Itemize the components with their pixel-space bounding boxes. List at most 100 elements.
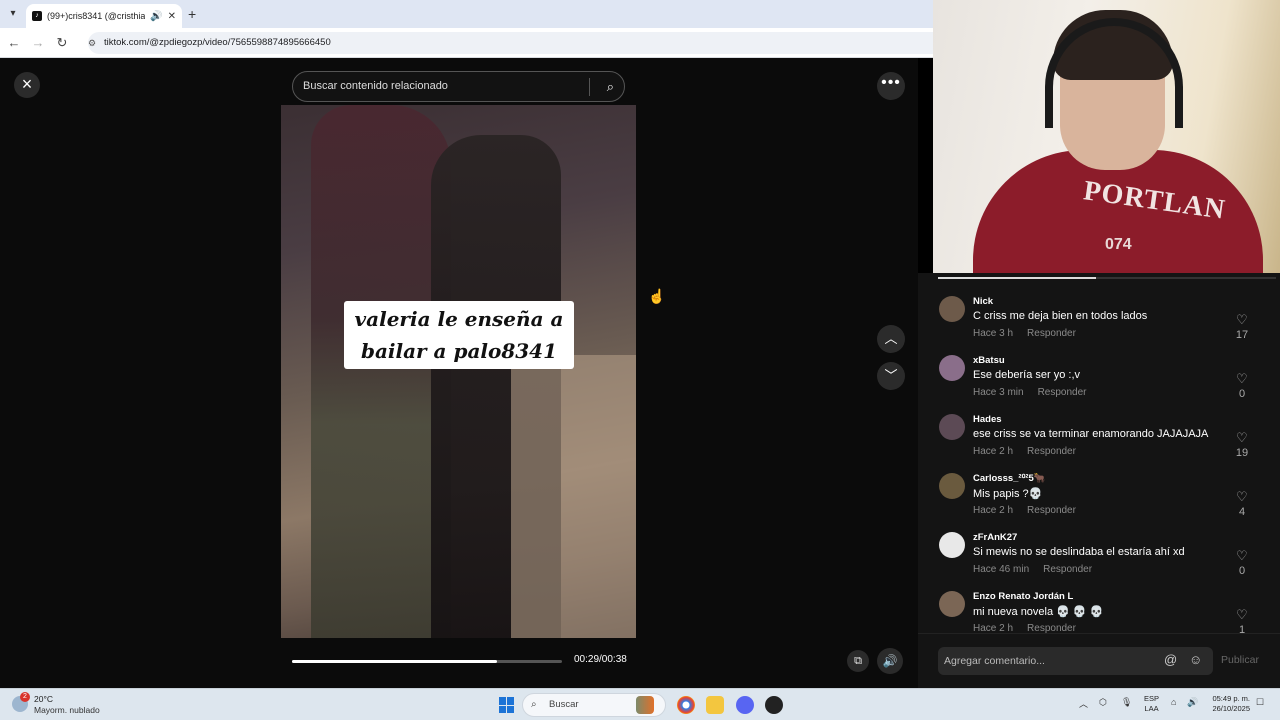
comment-meta: Hace 3 min Responder [973, 387, 1087, 398]
clock-time: 05:49 p. m. [1212, 694, 1250, 703]
sweatshirt-number: 074 [1105, 236, 1132, 253]
clock[interactable]: 05:49 p. m. 26/10/2025 [1206, 694, 1250, 714]
tray-chevron-icon[interactable]: ︿ [1079, 697, 1088, 710]
comment-meta: Hace 46 min Responder [973, 564, 1092, 575]
comment-username[interactable]: xBatsu [973, 355, 1005, 366]
video-progress-bar[interactable] [292, 660, 562, 663]
comment-item: xBatsu Ese debería ser yo :,v Hace 3 min Re… [918, 352, 1280, 411]
comment-time: Hace 3 h [973, 328, 1014, 339]
address-bar: ← → ↻ ⚙ tiktok.com/@zpdiegozp/video/7565… [0, 28, 933, 58]
notification-icon[interactable]: ☐ [1256, 697, 1264, 708]
comment-text: Mis papis ?💀 [973, 488, 1043, 500]
volume-icon[interactable]: 🔊 [877, 648, 903, 674]
comment-username[interactable]: zFrAnK27 [973, 532, 1017, 543]
comment-time: Hace 2 h [973, 505, 1014, 516]
comment-item: Carlosss_²⁰²5🐂 Mis papis ?💀 Hace 2 h Respon… [918, 470, 1280, 529]
emoji-icon[interactable]: ☺ [1189, 652, 1202, 667]
comment-item: Nick C criss me deja bien en todos lados H… [918, 293, 1280, 352]
comment-username[interactable]: Enzo Renato Jordán L [973, 591, 1073, 602]
site-info-icon[interactable]: ⚙ [88, 32, 96, 54]
reload-button[interactable]: ↻ [54, 35, 70, 51]
next-video-button[interactable]: ﹀ [877, 362, 905, 390]
related-search-input[interactable]: Buscar contenido relacionado ⌕ [292, 71, 625, 102]
app-icon[interactable] [765, 696, 783, 714]
forward-button[interactable]: → [30, 35, 46, 50]
reply-button[interactable]: Responder [1027, 505, 1076, 516]
comment-composer: @ ☺ Publicar [918, 633, 1280, 688]
comment-meta: Hace 2 h Responder [973, 446, 1076, 457]
avatar[interactable] [939, 355, 965, 381]
screen: ▾ ♪ (99+)cris8341 (@cristhian8 🔊 ✕ + ← →… [0, 0, 1280, 720]
comments-panel: Nick C criss me deja bien en todos lados H… [918, 273, 1280, 688]
sound-icon[interactable]: 🔊 [1187, 697, 1198, 708]
comment-username[interactable]: Hades [973, 414, 1002, 425]
new-tab-button[interactable]: + [188, 6, 196, 22]
comment-time: Hace 2 h [973, 446, 1014, 457]
comment-username[interactable]: Carlosss_²⁰²5🐂 [973, 473, 1046, 484]
weather-desc: Mayorm. nublado [34, 705, 100, 715]
lang-layout: LAA [1144, 704, 1159, 713]
lang-code: ESP [1144, 694, 1160, 703]
microphone-icon[interactable]: 🎙 [1121, 697, 1132, 708]
video-frame[interactable]: valeria le enseña a bailar a palo8341 [281, 105, 636, 638]
heart-icon[interactable]: ♡ [1236, 371, 1248, 387]
tab-title: (99+)cris8341 (@cristhian8 [47, 11, 146, 21]
speaker-icon[interactable]: 🔊 [150, 11, 162, 22]
search-placeholder: Buscar contenido relacionado [303, 80, 448, 92]
browser-tab[interactable]: ♪ (99+)cris8341 (@cristhian8 🔊 ✕ [26, 4, 182, 28]
avatar[interactable] [939, 532, 965, 558]
comment-text: C criss me deja bien en todos lados [973, 310, 1148, 322]
network-icon[interactable]: ⌂ [1171, 697, 1176, 707]
search-icon[interactable]: ⌕ [607, 72, 614, 101]
close-video-button[interactable]: × [14, 72, 40, 98]
tray-app-icon[interactable]: ⬡ [1099, 697, 1107, 708]
url-text: tiktok.com/@zpdiegozp/video/756559887489… [104, 37, 331, 48]
file-explorer-icon[interactable] [706, 696, 724, 714]
avatar[interactable] [939, 296, 965, 322]
avatar[interactable] [939, 473, 965, 499]
windows-start-icon[interactable] [499, 697, 515, 713]
chrome-icon[interactable] [677, 696, 695, 714]
windows-taskbar: 2 20°C Mayorm. nublado ⌕ Buscar ︿ ⬡ 🎙 ES… [0, 688, 1280, 720]
comments-scrollbar-thumb[interactable] [938, 277, 1096, 279]
discord-icon[interactable] [736, 696, 754, 714]
video-progress-fill [292, 660, 498, 663]
weather-badge: 2 [20, 692, 30, 702]
previous-video-button[interactable]: ︿ [877, 325, 905, 353]
heart-icon[interactable]: ♡ [1236, 548, 1248, 564]
comment-like-count: 17 [1235, 329, 1249, 341]
mention-icon[interactable]: @ [1164, 652, 1177, 667]
clock-date: 26/10/2025 [1212, 704, 1250, 713]
publish-button[interactable]: Publicar [1221, 654, 1259, 666]
comment-meta: Hace 2 h Responder [973, 505, 1076, 516]
heart-icon[interactable]: ♡ [1236, 430, 1248, 446]
video-caption: valeria le enseña a bailar a palo8341 [344, 301, 574, 369]
comment-item: zFrAnK27 Si mewis no se deslindaba el est… [918, 529, 1280, 588]
tiktok-favicon-icon: ♪ [32, 11, 42, 21]
weather-temp: 20°C [34, 694, 53, 704]
heart-icon[interactable]: ♡ [1236, 489, 1248, 505]
language-indicator[interactable]: ESP LAA [1144, 694, 1159, 714]
reply-button[interactable]: Responder [1027, 446, 1076, 457]
reply-button[interactable]: Responder [1038, 387, 1087, 398]
comment-username[interactable]: Nick [973, 296, 993, 307]
avatar[interactable] [939, 414, 965, 440]
back-button[interactable]: ← [6, 35, 22, 50]
taskbar-app-icon[interactable] [636, 696, 654, 714]
reply-button[interactable]: Responder [1043, 564, 1092, 575]
video-background-wall [511, 355, 636, 638]
comment-list: Nick C criss me deja bien en todos lados H… [918, 293, 1280, 647]
browser-tabbar: ▾ ♪ (99+)cris8341 (@cristhian8 🔊 ✕ + [0, 0, 933, 28]
tab-search-dropdown[interactable]: ▾ [4, 5, 22, 23]
url-field[interactable]: ⚙ tiktok.com/@zpdiegozp/video/7565598874… [88, 32, 933, 54]
search-divider [589, 78, 590, 96]
close-tab-icon[interactable]: ✕ [168, 11, 176, 22]
more-options-button[interactable]: ••• [877, 72, 905, 100]
comment-text: Ese debería ser yo :,v [973, 369, 1080, 381]
comment-like-count: 0 [1238, 388, 1246, 400]
heart-icon[interactable]: ♡ [1236, 607, 1248, 623]
avatar[interactable] [939, 591, 965, 617]
pip-icon[interactable]: ⧉ [847, 650, 869, 672]
heart-icon[interactable]: ♡ [1236, 312, 1248, 328]
reply-button[interactable]: Responder [1027, 328, 1076, 339]
